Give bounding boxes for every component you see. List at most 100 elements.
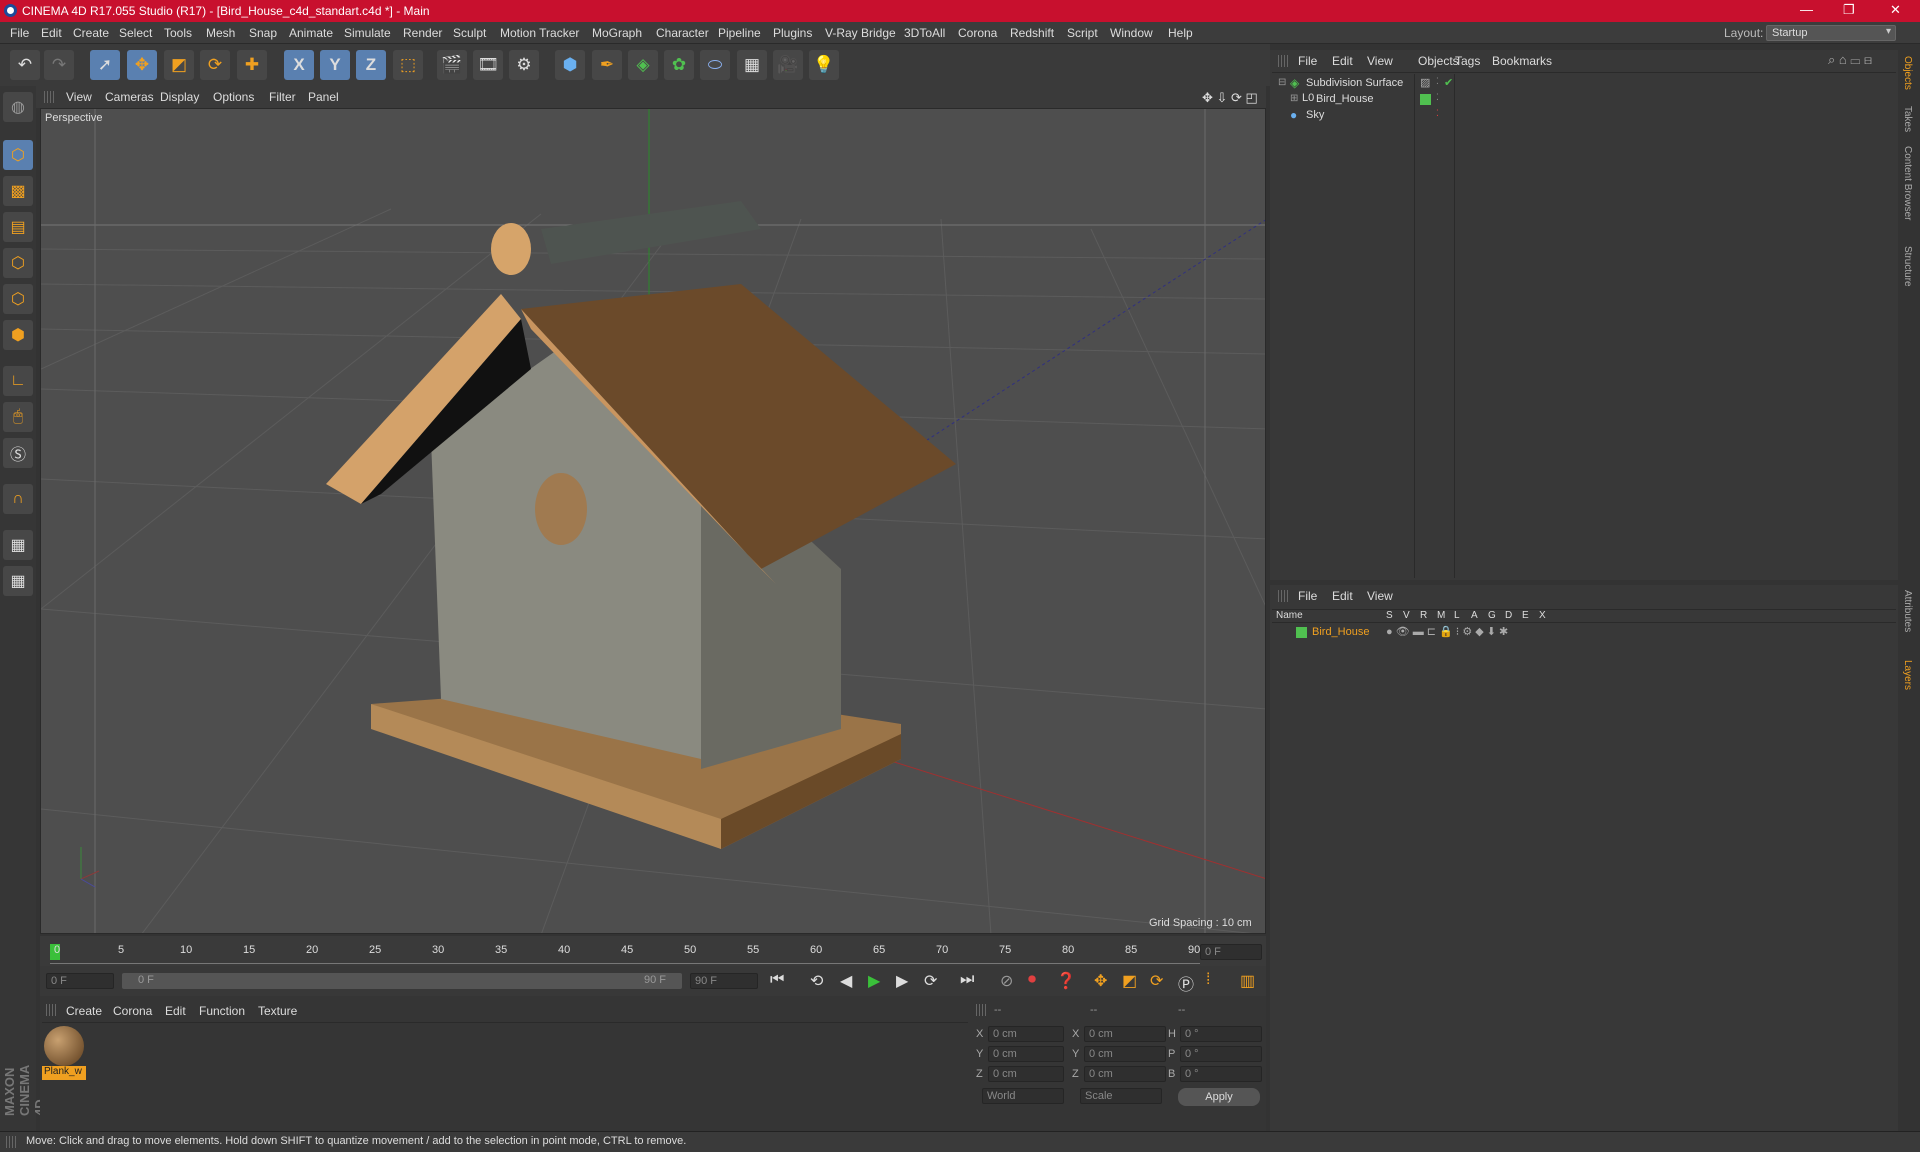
start-frame-field[interactable]: 0 F bbox=[46, 973, 114, 989]
subdivision-icon[interactable]: ◈ bbox=[628, 50, 658, 80]
make-editable-icon[interactable]: ◍ bbox=[3, 92, 33, 122]
menu-pipeline[interactable]: Pipeline bbox=[718, 26, 761, 40]
axis-mode-icon[interactable]: ∟ bbox=[3, 366, 33, 396]
size-z-field[interactable]: 0 cm bbox=[1084, 1066, 1166, 1082]
timeline-ruler[interactable]: 0 5 10 15 20 25 30 35 40 45 50 55 60 65 … bbox=[40, 936, 1266, 966]
key-pla-icon[interactable]: ⁞ bbox=[1206, 971, 1210, 989]
menu-edit[interactable]: Edit bbox=[41, 26, 62, 40]
column-header[interactable]: M bbox=[1437, 610, 1445, 621]
menu-character[interactable]: Character bbox=[656, 26, 709, 40]
rotate-tool-icon[interactable]: ⟳ bbox=[200, 50, 230, 80]
camera-icon[interactable]: 🎥 bbox=[773, 50, 803, 80]
size-mode-select[interactable]: Scale bbox=[1080, 1088, 1162, 1104]
coordinate-system-icon[interactable]: ⬚ bbox=[393, 50, 423, 80]
prev-key-icon[interactable]: ⟲ bbox=[810, 971, 823, 991]
points-mode-icon[interactable]: ⬡ bbox=[3, 248, 33, 278]
layer-color-swatch[interactable] bbox=[1296, 627, 1307, 638]
menu-create[interactable]: Create bbox=[73, 26, 109, 40]
tab-objects[interactable]: Objects bbox=[1902, 56, 1913, 90]
column-header[interactable]: D bbox=[1505, 610, 1512, 621]
move-tool-icon[interactable]: ✥ bbox=[127, 50, 157, 80]
light-icon[interactable]: 💡 bbox=[809, 50, 839, 80]
cube-primitive-icon[interactable]: ⬢ bbox=[555, 50, 585, 80]
3d-viewport[interactable]: Perspective Grid Spacing : 10 cm bbox=[40, 108, 1266, 934]
viewport-navigation-icon[interactable]: ✥ ⇩ ⟳ ◰ bbox=[1202, 90, 1258, 106]
layer-row[interactable]: Bird_House ● 👁 ▬ ⊏ 🔒 ⁝ ⚙ ◆ ⬇ ✱ bbox=[1272, 625, 1896, 641]
key-scale-icon[interactable]: ◩ bbox=[1122, 971, 1137, 991]
viewport-menu-panel[interactable]: Panel bbox=[308, 90, 339, 104]
goto-end-icon[interactable]: ⏭ bbox=[960, 971, 974, 989]
motion-record-icon[interactable]: ⊘ bbox=[1000, 971, 1013, 991]
menu-tools[interactable]: Tools bbox=[164, 26, 192, 40]
play-icon[interactable]: ▶ bbox=[868, 971, 880, 991]
material-menu-create[interactable]: Create bbox=[66, 1004, 102, 1018]
solo-mode-icon[interactable]: Ⓢ bbox=[3, 438, 33, 468]
obj-menu-tags[interactable]: Tags bbox=[1455, 54, 1480, 68]
enabled-check-icon[interactable]: ✔ bbox=[1444, 76, 1453, 89]
planar-workplane-icon[interactable]: ▦ bbox=[3, 566, 33, 596]
column-header[interactable]: S bbox=[1386, 610, 1393, 621]
goto-start-icon[interactable]: ⏮ bbox=[770, 971, 784, 989]
menu-motion-tracker[interactable]: Motion Tracker bbox=[500, 26, 579, 40]
key-position-icon[interactable]: ✥ bbox=[1094, 971, 1107, 991]
menu-snap[interactable]: Snap bbox=[249, 26, 277, 40]
layer-menu-view[interactable]: View bbox=[1367, 589, 1393, 603]
column-header[interactable]: L bbox=[1454, 610, 1460, 621]
end-frame-field[interactable]: 90 F bbox=[690, 973, 758, 989]
floor-icon[interactable]: ▦ bbox=[737, 50, 767, 80]
column-header[interactable]: R bbox=[1420, 610, 1427, 621]
position-x-field[interactable]: 0 cm bbox=[988, 1026, 1064, 1042]
select-cursor-icon[interactable]: ➚ bbox=[90, 50, 120, 80]
locked-workplane-icon[interactable]: ▦ bbox=[3, 530, 33, 560]
menu-corona[interactable]: Corona bbox=[958, 26, 997, 40]
restore-icon[interactable]: ❐ bbox=[1843, 2, 1855, 18]
close-icon[interactable]: ✕ bbox=[1890, 2, 1901, 18]
menu-select[interactable]: Select bbox=[119, 26, 152, 40]
object-row[interactable]: ⊟ ◈ Subdivision Surface ▨ ⁚ ✔ bbox=[1272, 76, 1896, 92]
axis-x-button[interactable]: X bbox=[284, 50, 314, 80]
menu-mograph[interactable]: MoGraph bbox=[592, 26, 642, 40]
tab-layers[interactable]: Layers bbox=[1902, 660, 1913, 690]
cloner-icon[interactable]: ✿ bbox=[664, 50, 694, 80]
redo-icon[interactable]: ↷ bbox=[44, 50, 74, 80]
column-header[interactable]: E bbox=[1522, 610, 1529, 621]
menu-script[interactable]: Script bbox=[1067, 26, 1098, 40]
current-frame-field[interactable]: 0 F bbox=[1200, 944, 1262, 960]
tab-structure[interactable]: Structure bbox=[1902, 246, 1913, 287]
position-z-field[interactable]: 0 cm bbox=[988, 1066, 1064, 1082]
menu-plugins[interactable]: Plugins bbox=[773, 26, 812, 40]
material-menu-edit[interactable]: Edit bbox=[165, 1004, 186, 1018]
model-mode-icon[interactable]: ⬡ bbox=[3, 140, 33, 170]
layer-color-swatch[interactable] bbox=[1420, 94, 1431, 105]
menu-render[interactable]: Render bbox=[403, 26, 442, 40]
menu-animate[interactable]: Animate bbox=[289, 26, 333, 40]
render-view-icon[interactable]: 🎬 bbox=[437, 50, 467, 80]
material-menu-texture[interactable]: Texture bbox=[258, 1004, 297, 1018]
size-x-field[interactable]: 0 cm bbox=[1084, 1026, 1166, 1042]
column-header[interactable]: X bbox=[1539, 610, 1546, 621]
search-icon[interactable]: ⌕ ⌂ ▭ ⊟ bbox=[1828, 52, 1872, 68]
menu-vray-bridge[interactable]: V-Ray Bridge bbox=[825, 26, 896, 40]
rotation-p-field[interactable]: 0 ° bbox=[1180, 1046, 1262, 1062]
render-settings-icon[interactable]: ⚙ bbox=[509, 50, 539, 80]
viewport-menu-cameras[interactable]: Cameras bbox=[105, 90, 154, 104]
texture-mode-icon[interactable]: ▩ bbox=[3, 176, 33, 206]
frame-range-slider[interactable]: 0 F 90 F bbox=[122, 973, 682, 989]
menu-help[interactable]: Help bbox=[1168, 26, 1193, 40]
autokey-icon[interactable]: ❓ bbox=[1056, 971, 1076, 991]
tweak-mode-icon[interactable]: 🖱 bbox=[3, 402, 33, 432]
pen-spline-icon[interactable]: ✒ bbox=[592, 50, 622, 80]
layer-tag-icon[interactable]: ▨ bbox=[1420, 76, 1430, 89]
menu-mesh[interactable]: Mesh bbox=[206, 26, 235, 40]
obj-menu-bookmarks[interactable]: Bookmarks bbox=[1492, 54, 1552, 68]
layer-menu-file[interactable]: File bbox=[1298, 589, 1317, 603]
polygons-mode-icon[interactable]: ⬢ bbox=[3, 320, 33, 350]
material-item[interactable]: Plank_w bbox=[42, 1024, 86, 1080]
record-keys-icon[interactable]: ⏺ bbox=[1028, 971, 1036, 989]
obj-menu-edit[interactable]: Edit bbox=[1332, 54, 1353, 68]
minimize-icon[interactable]: — bbox=[1800, 2, 1813, 17]
size-y-field[interactable]: 0 cm bbox=[1084, 1046, 1166, 1062]
render-picture-viewer-icon[interactable]: 🎞 bbox=[473, 50, 503, 80]
material-menu-corona[interactable]: Corona bbox=[113, 1004, 152, 1018]
viewport-menu-options[interactable]: Options bbox=[213, 90, 254, 104]
